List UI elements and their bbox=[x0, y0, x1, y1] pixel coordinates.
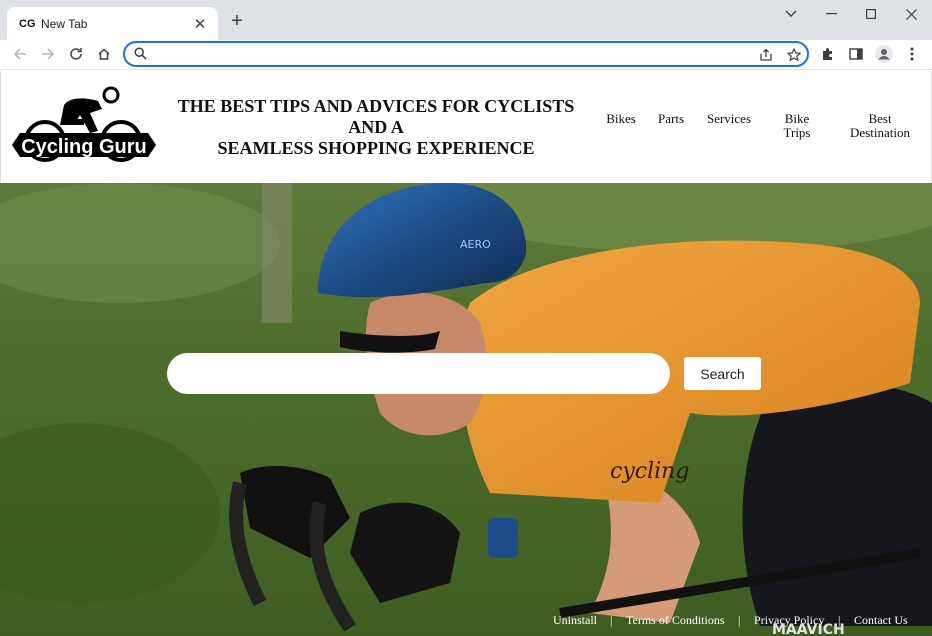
menu-kebab-icon[interactable] bbox=[901, 43, 923, 65]
tagline-line-1: THE BEST TIPS AND ADVICES FOR CYCLISTS bbox=[177, 96, 575, 116]
nav-services[interactable]: Services bbox=[703, 112, 755, 126]
nav-label: Bike bbox=[784, 111, 810, 126]
logo-text: Cycling Guru bbox=[21, 136, 147, 158]
site-tagline: THE BEST TIPS AND ADVICES FOR CYCLISTS A… bbox=[171, 96, 581, 159]
cycling-guru-logo[interactable]: Cycling Guru bbox=[12, 83, 156, 169]
footer-contact-link[interactable]: Contact Us bbox=[854, 613, 908, 628]
back-icon[interactable] bbox=[9, 43, 31, 65]
nav-label: Bikes bbox=[606, 111, 636, 126]
side-panel-icon[interactable] bbox=[845, 43, 867, 65]
close-window-icon[interactable] bbox=[891, 4, 931, 24]
address-input[interactable] bbox=[155, 45, 745, 63]
footer-separator: | bbox=[838, 613, 841, 627]
tab-strip: CG New Tab ✕ + bbox=[0, 0, 932, 40]
new-tab-icon[interactable]: + bbox=[227, 11, 247, 31]
footer-separator: | bbox=[738, 613, 741, 627]
footer-privacy-link[interactable]: Privacy Policy bbox=[754, 613, 824, 628]
footer-uninstall-link[interactable]: Uninstall bbox=[553, 613, 597, 628]
nav-label: Services bbox=[706, 111, 752, 126]
nav-label: Destination bbox=[850, 125, 910, 140]
footer-terms-link[interactable]: Terms of Conditions bbox=[626, 613, 725, 628]
minimize-icon[interactable] bbox=[811, 4, 851, 24]
nav-label: Parts bbox=[658, 111, 684, 126]
share-icon[interactable] bbox=[757, 46, 775, 64]
home-icon[interactable] bbox=[93, 43, 115, 65]
nav-bikes[interactable]: Bikes bbox=[603, 112, 639, 126]
hero-search-input[interactable] bbox=[167, 353, 670, 394]
bookmark-star-icon[interactable] bbox=[785, 46, 803, 64]
search-icon bbox=[134, 47, 147, 65]
nav-best-destination[interactable]: Best Destination bbox=[847, 112, 913, 140]
nav-label: Trips bbox=[783, 125, 811, 140]
address-bar[interactable] bbox=[123, 41, 809, 67]
hero-background-image: cycling AERO MAAVICH bbox=[0, 183, 932, 636]
maximize-icon[interactable] bbox=[851, 4, 891, 24]
browser-toolbar bbox=[0, 40, 932, 70]
tab-close-icon[interactable]: ✕ bbox=[192, 15, 208, 33]
hero-search-button[interactable]: Search bbox=[684, 357, 761, 390]
tab-title: New Tab bbox=[41, 16, 88, 31]
tab-favicon: CG bbox=[19, 17, 36, 30]
hero-section: cycling AERO MAAVICH Search Uninstall | … bbox=[0, 183, 932, 636]
extensions-icon[interactable] bbox=[817, 43, 839, 65]
footer-separator: | bbox=[610, 613, 613, 627]
footer-links: Uninstall | Terms of Conditions | Privac… bbox=[0, 613, 932, 633]
nav-parts[interactable]: Parts bbox=[655, 112, 687, 126]
reload-icon[interactable] bbox=[65, 43, 87, 65]
tagline-line-2: AND A bbox=[348, 117, 404, 137]
profile-avatar-icon[interactable] bbox=[873, 43, 895, 65]
forward-icon[interactable] bbox=[37, 43, 59, 65]
jersey-text: cycling bbox=[610, 459, 689, 484]
tab-search-icon[interactable] bbox=[771, 4, 811, 24]
nav-label: Best bbox=[868, 111, 892, 126]
browser-tab[interactable]: CG New Tab ✕ bbox=[7, 7, 218, 40]
helmet-text: AERO bbox=[460, 238, 491, 251]
tagline-line-3: SEAMLESS SHOPPING EXPERIENCE bbox=[217, 138, 535, 158]
nav-bike-trips[interactable]: Bike Trips bbox=[777, 112, 817, 140]
site-header: Cycling Guru THE BEST TIPS AND ADVICES F… bbox=[0, 71, 932, 183]
